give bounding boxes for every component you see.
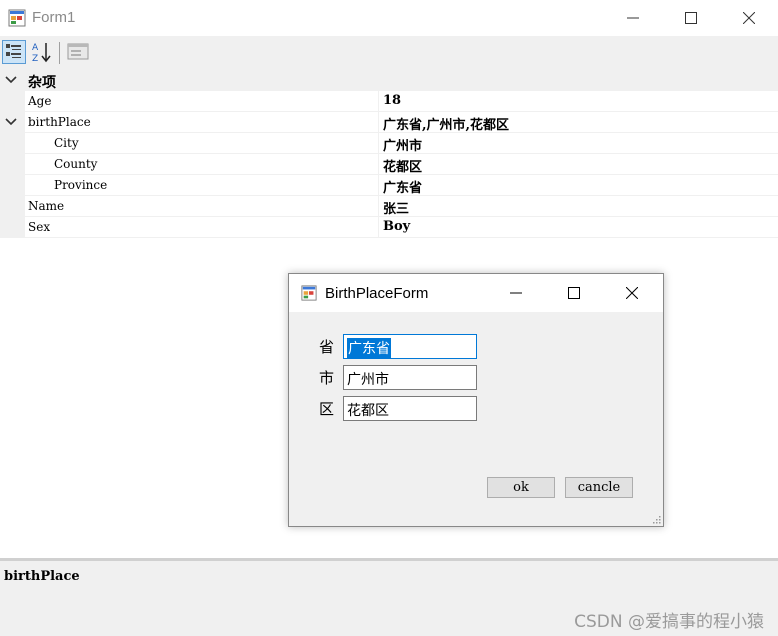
property-label: Age [28,94,52,108]
alphabetical-button[interactable]: A Z [30,40,54,64]
province-input-value: 广东省 [347,338,391,358]
property-row-county[interactable]: County 花都区 [0,154,778,175]
property-pages-button[interactable] [66,40,90,64]
dialog-close-button[interactable] [603,274,661,312]
property-row-name[interactable]: Name 张三 [0,196,778,217]
property-grid-toolbar: A Z [0,36,778,71]
property-label: County [54,157,98,171]
description-title: birthPlace [4,569,80,584]
window-title: Form1 [32,9,76,26]
title-bar: Form1 [0,0,778,36]
property-row-sex[interactable]: Sex Boy [0,217,778,238]
property-value[interactable]: 18 [383,93,401,108]
county-input-value: 花都区 [347,403,389,419]
property-row-birthplace[interactable]: birthPlace 广东省,广州市,花都区 [0,112,778,133]
property-label: birthPlace [28,115,91,129]
property-value[interactable]: 花都区 [383,156,422,175]
minimize-button[interactable] [604,0,662,36]
categorized-icon [6,44,21,58]
alphabetical-icon: A Z [32,43,51,63]
city-input[interactable]: 广州市 [343,365,477,390]
property-label: Sex [28,220,51,234]
property-value[interactable]: 广东省,广州市,花都区 [383,114,509,133]
property-value[interactable]: 张三 [383,198,409,217]
property-pages-icon [67,43,89,60]
watermark: CSDN @爱搞事的程小猿 [574,612,764,632]
chevron-down-icon[interactable] [5,117,17,127]
province-label: 省 [319,338,335,356]
property-row-city[interactable]: City 广州市 [0,133,778,154]
property-grid: 杂项 Age 18 birthPlace 广东省,广州市,花都区 City 广州… [0,70,778,242]
property-label: City [54,136,79,150]
maximize-button[interactable] [662,0,720,36]
resize-grip-icon[interactable] [651,514,661,524]
dialog-title: BirthPlaceForm [325,285,429,302]
province-input[interactable]: 广东省 [343,334,477,359]
property-row-age[interactable]: Age 18 [0,91,778,112]
svg-text:A: A [32,43,39,53]
dialog-title-bar: BirthPlaceForm [289,274,663,312]
dialog-maximize-button[interactable] [545,274,603,312]
chevron-down-icon[interactable] [5,75,17,85]
property-label: Name [28,199,65,213]
category-row[interactable]: 杂项 [0,70,778,91]
app-icon [8,9,26,27]
property-value[interactable]: 广州市 [383,135,422,154]
dialog-minimize-button[interactable] [487,274,545,312]
dialog-app-icon [301,285,317,301]
city-label: 市 [319,369,335,387]
property-label: Province [54,178,108,192]
toolbar-separator [59,42,60,64]
ok-button[interactable]: ok [487,477,555,498]
city-input-value: 广州市 [347,372,389,388]
svg-text:Z: Z [32,54,38,63]
property-value[interactable]: 广东省 [383,177,422,196]
county-input[interactable]: 花都区 [343,396,477,421]
property-row-province[interactable]: Province 广东省 [0,175,778,196]
county-label: 区 [319,400,335,418]
birthplace-dialog: BirthPlaceForm 省 广东省 市 广州市 区 花都区 ok canc… [288,273,664,527]
property-value[interactable]: Boy [383,219,410,234]
categorized-button[interactable] [2,40,26,64]
cancel-button[interactable]: cancle [565,477,633,498]
category-label: 杂项 [28,74,56,90]
close-button[interactable] [720,0,778,36]
